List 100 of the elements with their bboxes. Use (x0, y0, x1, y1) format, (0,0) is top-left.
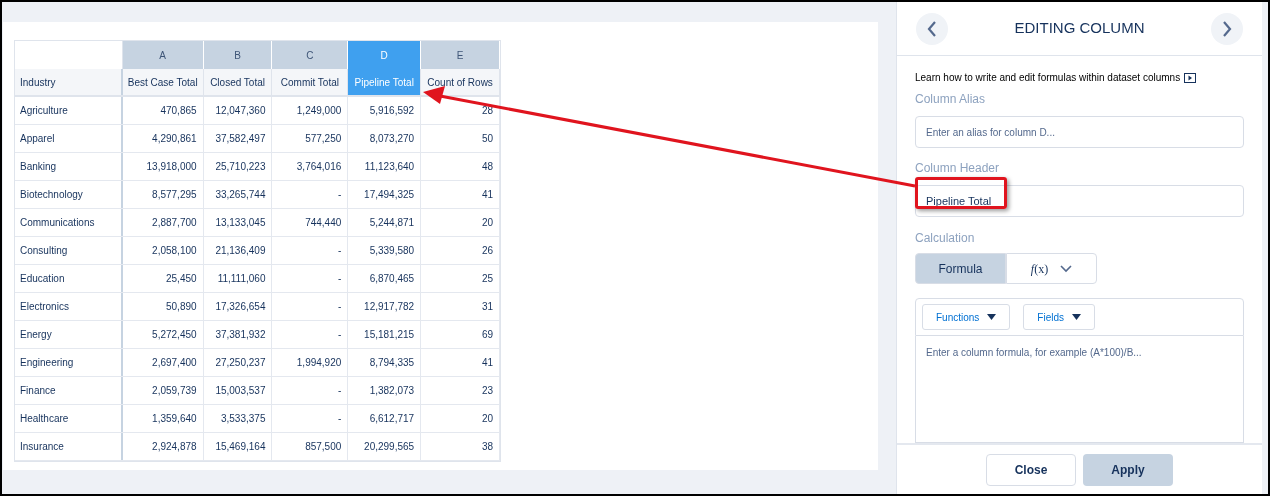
table-cell: 8,577,295 (122, 181, 204, 208)
table-cell: 50 (421, 125, 500, 152)
table-cell: Insurance (15, 433, 123, 460)
field-label: Column Alias (915, 91, 987, 108)
help-text: Learn how to write and edit formulas within dataset columns (915, 71, 1181, 85)
table-cell: 37,381,932 (203, 321, 273, 348)
column-letter[interactable]: E (421, 41, 500, 69)
table-cell: 744,440 (272, 209, 349, 236)
table-cell: 2,058,100 (122, 237, 204, 264)
panel-title: EDITING COLUMN (1014, 18, 1145, 39)
mode-tab[interactable]: Formula (915, 253, 1006, 284)
table-cell: 1,994,920 (272, 349, 349, 376)
next-button[interactable] (1211, 12, 1243, 45)
table-cell: 11,111,060 (203, 265, 273, 292)
table-cell: 13,918,000 (122, 153, 204, 180)
table-cell: 13,133,045 (203, 209, 273, 236)
table-cell: 8,794,335 (348, 349, 422, 376)
table-cell: 3,764,016 (272, 153, 349, 180)
mode-tab[interactable]: f(x) (1006, 253, 1097, 284)
table-cell: 11,123,640 (348, 153, 422, 180)
table-cell: 1,382,073 (348, 377, 422, 404)
table-cell: 33,265,744 (203, 181, 273, 208)
table-cell: 31 (421, 293, 500, 320)
table-cell: 577,250 (272, 125, 349, 152)
video-play-icon[interactable] (1184, 72, 1197, 83)
table-cell: Education (15, 265, 123, 292)
table-cell: 17,494,325 (348, 181, 422, 208)
table-cell: Communications (15, 209, 123, 236)
table-cell: 26 (421, 237, 500, 264)
chevron-right-icon (1222, 20, 1232, 37)
table-cell: 15,469,164 (203, 433, 273, 460)
table-cell: 27,250,237 (203, 349, 273, 376)
table-cell: Finance (15, 377, 123, 404)
table-cell: Energy (15, 321, 123, 348)
table-cell: 470,865 (122, 97, 204, 124)
chevron-left-icon (927, 20, 937, 37)
table-cell: 50,890 (122, 293, 204, 320)
table-cell: 4,290,861 (122, 125, 204, 152)
table-cell: - (272, 377, 349, 404)
table-cell: 12,047,360 (203, 97, 273, 124)
table-cell: 2,924,878 (122, 433, 204, 460)
table-cell: 38 (421, 433, 500, 460)
table-cell: 25,450 (122, 265, 204, 292)
caret-down-icon (987, 314, 997, 320)
table-cell: 8,073,270 (348, 125, 422, 152)
table-cell: Apparel (15, 125, 123, 152)
table-cell: Electronics (15, 293, 123, 320)
dropdown-button[interactable]: Fields (1023, 304, 1096, 330)
chevron-down-icon (1060, 264, 1073, 273)
table-cell: 23 (421, 377, 500, 404)
table-cell: - (272, 265, 349, 292)
field-label: Column Header (915, 160, 1001, 177)
table-cell: 25,710,223 (203, 153, 273, 180)
column-header[interactable]: Best Case Total (122, 69, 204, 95)
close-button[interactable]: Close (986, 453, 1076, 486)
column-letter[interactable]: B (203, 41, 273, 69)
column-letter[interactable]: C (272, 41, 349, 69)
table-cell: 15,181,215 (348, 321, 422, 348)
table-cell: 69 (421, 321, 500, 348)
header-field[interactable]: Pipeline Total (915, 185, 1244, 217)
table-cell: 2,887,700 (122, 209, 204, 236)
table-cell: 5,916,592 (348, 97, 422, 124)
table-cell: - (272, 181, 349, 208)
table-cell: 5,272,450 (122, 321, 204, 348)
table-cell: 857,500 (272, 433, 349, 460)
table-cell: 20,299,565 (348, 433, 422, 460)
column-header[interactable]: Closed Total (203, 69, 273, 95)
table-cell: 5,244,871 (348, 209, 422, 236)
table-cell: 25 (421, 265, 500, 292)
table-cell: - (272, 237, 349, 264)
table-cell: 20 (421, 209, 500, 236)
previous-button[interactable] (916, 12, 948, 45)
table-cell: 2,697,400 (122, 349, 204, 376)
table-cell: Engineering (15, 349, 123, 376)
table-cell: 20 (421, 405, 500, 432)
table-cell: 21,136,409 (203, 237, 273, 264)
column-letter[interactable]: A (122, 41, 204, 69)
table-cell: 41 (421, 181, 500, 208)
table-cell: 5,339,580 (348, 237, 422, 264)
dropdown-button[interactable]: Functions (922, 304, 1011, 330)
table-cell: Agriculture (15, 97, 123, 124)
table-cell: 6,870,465 (348, 265, 422, 292)
table-cell: 12,917,782 (348, 293, 422, 320)
formula-field[interactable]: Enter a column formula, for example (A*100)/B... (915, 336, 1244, 443)
table-cell: 15,003,537 (203, 377, 273, 404)
table-cell: - (272, 405, 349, 432)
table-cell: 6,612,717 (348, 405, 422, 432)
column-header[interactable]: Commit Total (272, 69, 349, 95)
alias-field[interactable]: Enter an alias for column D... (915, 116, 1244, 148)
table-cell: 3,533,375 (203, 405, 273, 432)
column-header: Industry (15, 69, 123, 95)
table-cell: Healthcare (15, 405, 123, 432)
caret-down-icon (1072, 314, 1082, 320)
table-cell: 17,326,654 (203, 293, 273, 320)
table-cell: Consulting (15, 237, 123, 264)
table-cell: 2,059,739 (122, 377, 204, 404)
table-cell: 48 (421, 153, 500, 180)
table-cell: 41 (421, 349, 500, 376)
column-header[interactable]: Count of Rows (421, 69, 500, 95)
table-cell: Biotechnology (15, 181, 123, 208)
